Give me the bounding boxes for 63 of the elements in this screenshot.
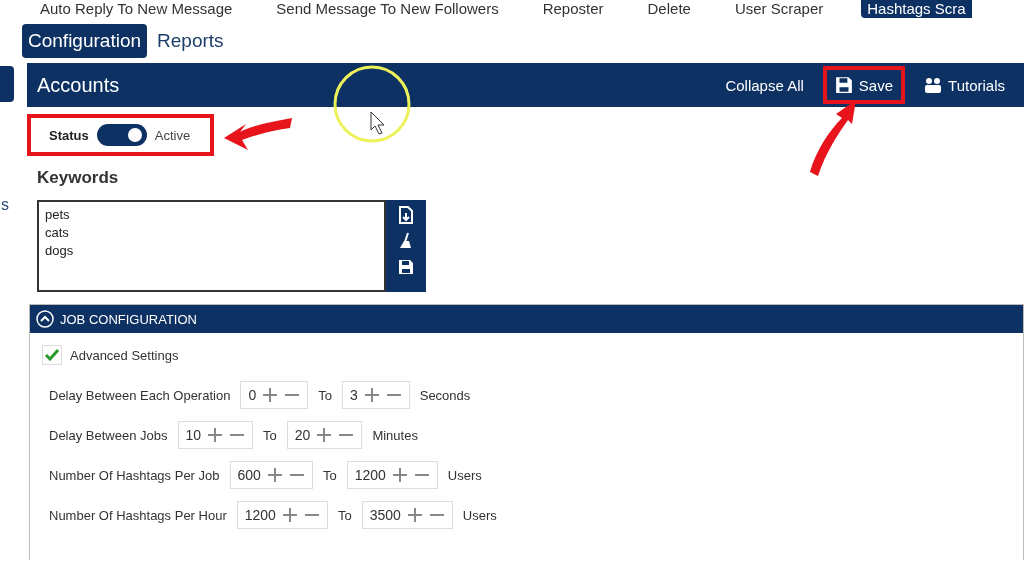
number-value: 1200 xyxy=(244,507,276,523)
collapse-icon[interactable] xyxy=(36,310,54,328)
plus-icon[interactable] xyxy=(406,507,423,523)
unit-label: Users xyxy=(462,507,497,523)
broom-icon[interactable] xyxy=(398,232,414,250)
plus-icon[interactable] xyxy=(316,427,333,443)
section-header[interactable]: JOB CONFIGURATION xyxy=(30,305,1023,333)
number-spinner[interactable]: 10 xyxy=(177,421,254,449)
cursor-icon xyxy=(370,111,385,135)
tab[interactable]: Hashtags Scra xyxy=(861,0,972,18)
field-label: Delay Between Each Operation xyxy=(49,387,231,403)
plus-icon[interactable] xyxy=(363,387,380,403)
checkbox[interactable] xyxy=(42,345,62,365)
field-label: To xyxy=(263,427,277,443)
tab[interactable]: Reposter xyxy=(536,0,610,18)
number-spinner[interactable]: 3 xyxy=(341,381,410,409)
status-value: Active xyxy=(154,127,191,143)
number-value: 10 xyxy=(185,427,202,443)
number-spinner[interactable]: 3500 xyxy=(361,501,453,529)
plus-icon[interactable] xyxy=(207,427,224,443)
sidebar-text: s xyxy=(0,196,10,214)
number-value: 600 xyxy=(237,467,261,483)
panel-title: Accounts xyxy=(37,73,121,97)
number-spinner[interactable]: 600 xyxy=(229,461,313,489)
plus-icon[interactable] xyxy=(391,467,408,483)
number-value: 20 xyxy=(294,427,311,443)
number-value: 1200 xyxy=(354,467,386,483)
number-spinner[interactable]: 1200 xyxy=(346,461,438,489)
keywords-field[interactable]: pets cats dogs xyxy=(37,200,386,292)
number-spinner[interactable]: 0 xyxy=(240,381,309,409)
number-value: 3 xyxy=(349,387,358,403)
people-icon xyxy=(924,77,943,93)
keywords-heading: Keywords xyxy=(37,168,119,188)
tab[interactable]: Reports xyxy=(151,24,230,58)
plus-icon[interactable] xyxy=(262,387,279,403)
tutorials-button[interactable]: Tutorials xyxy=(913,67,1016,103)
checkbox-label: Advanced Settings xyxy=(70,347,179,363)
save-button[interactable]: Save xyxy=(822,66,906,104)
status-label: Status xyxy=(49,127,89,143)
plus-icon[interactable] xyxy=(266,467,283,483)
field-label: To xyxy=(337,507,352,523)
file-import-icon[interactable] xyxy=(398,206,414,224)
toggle-switch[interactable] xyxy=(96,124,147,146)
tab[interactable]: User Scraper xyxy=(728,0,830,18)
field-label: Number Of Hashtags Per Job xyxy=(49,467,220,483)
tab[interactable]: Send Message To New Followers xyxy=(270,0,505,18)
number-spinner[interactable]: 1200 xyxy=(236,501,328,529)
number-spinner[interactable]: 20 xyxy=(286,421,363,449)
field-label: Number Of Hashtags Per Hour xyxy=(49,507,227,523)
field-label: To xyxy=(322,467,337,483)
unit-label: Minutes xyxy=(372,427,418,443)
number-value: 0 xyxy=(248,387,257,403)
tab[interactable]: Auto Reply To New Message xyxy=(34,0,239,18)
field-label: Delay Between Jobs xyxy=(49,427,168,443)
number-value: 3500 xyxy=(369,507,401,523)
unit-label: Seconds xyxy=(419,387,471,403)
collapse-all-link[interactable]: Collapse All xyxy=(714,67,815,103)
field-label: To xyxy=(318,387,332,403)
tab[interactable]: Delete xyxy=(641,0,697,18)
unit-label: Users xyxy=(447,467,482,483)
tab[interactable]: Configuration xyxy=(22,24,148,58)
arrow-annotation xyxy=(224,118,292,150)
plus-icon[interactable] xyxy=(281,507,298,523)
